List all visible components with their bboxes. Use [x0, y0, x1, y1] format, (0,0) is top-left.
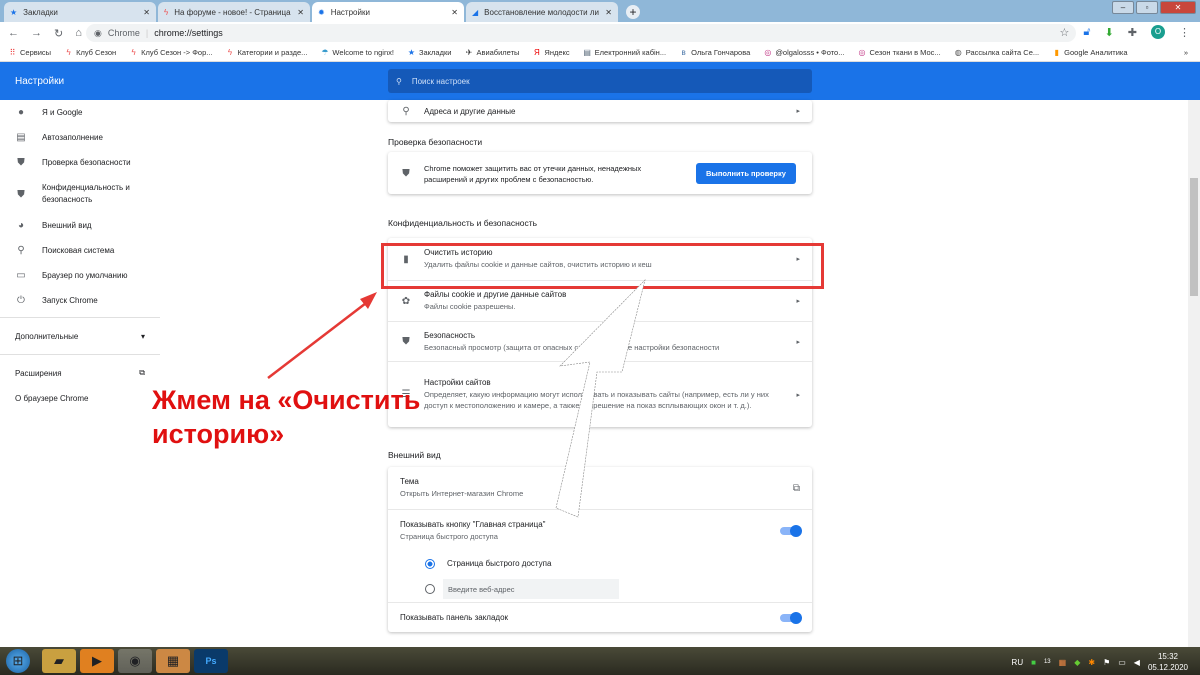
red-arrow-line: [267, 299, 371, 379]
annotation-caption: Жмем на «Очистить историю»: [152, 385, 421, 449]
annotation-arrows: [267, 279, 646, 518]
app-tray-icon[interactable]: ▦: [1059, 658, 1067, 667]
media-player-icon[interactable]: ▶: [80, 649, 114, 673]
language-indicator[interactable]: RU: [1012, 658, 1024, 667]
photoshop-icon[interactable]: Ps: [194, 649, 228, 673]
avast-icon[interactable]: ✱: [1088, 658, 1095, 667]
volume-icon[interactable]: ◀: [1134, 658, 1140, 667]
app-taskbar-icon[interactable]: ▦: [156, 649, 190, 673]
network-icon[interactable]: ▭: [1118, 658, 1126, 667]
shield-tray-icon[interactable]: ■: [1031, 658, 1036, 667]
explorer-icon[interactable]: ▰: [42, 649, 76, 673]
chrome-taskbar-icon[interactable]: ◉: [118, 649, 152, 673]
flag-icon[interactable]: ⚑: [1103, 658, 1110, 667]
nvidia-icon[interactable]: ◆: [1074, 658, 1080, 667]
clock[interactable]: 15:32 05.12.2020: [1148, 651, 1188, 673]
start-button[interactable]: ⊞: [6, 649, 30, 673]
badge-tray-icon[interactable]: 13: [1044, 659, 1051, 665]
white-arrow: [555, 279, 646, 518]
system-tray: RU ■ 13 ▦ ◆ ✱ ⚑ ▭ ◀ 15:32 05.12.2020: [1012, 651, 1188, 673]
taskbar: ⊞ ▰ ▶ ◉ ▦ Ps RU ■ 13 ▦ ◆ ✱ ⚑ ▭ ◀ 15:32 05…: [0, 647, 1200, 675]
